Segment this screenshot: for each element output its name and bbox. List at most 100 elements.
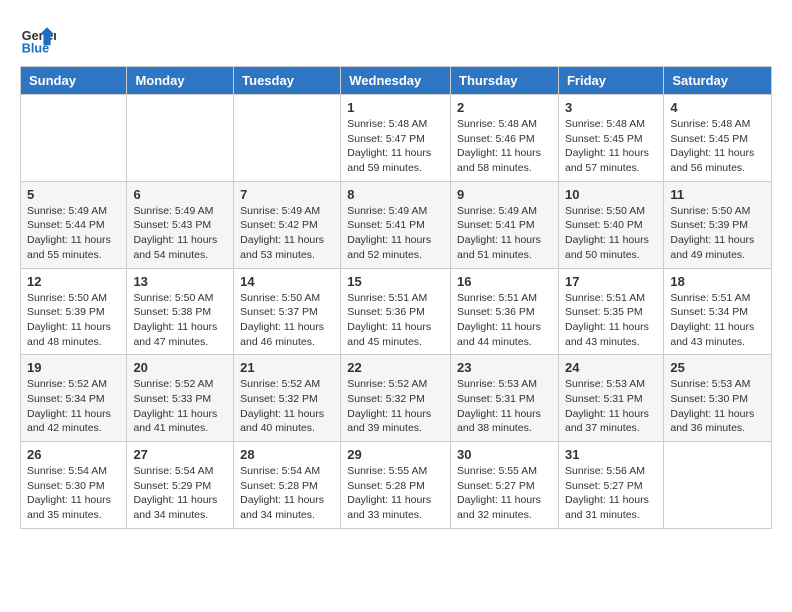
calendar-week-row: 5Sunrise: 5:49 AM Sunset: 5:44 PM Daylig… xyxy=(21,181,772,268)
calendar-week-row: 12 Sunrise: 5:50 AM Sunset: 5:39 PM Dayli… xyxy=(21,268,772,355)
calendar-cell xyxy=(127,95,234,182)
calendar-header-row: SundayMondayTuesdayWednesdayThursdayFrid… xyxy=(21,67,772,95)
weekday-header-saturday: Saturday xyxy=(664,67,772,95)
calendar-cell: 22Sunrise: 5:52 AM Sunset: 5:32 PM Dayli… xyxy=(341,355,451,442)
logo-icon: General Blue xyxy=(20,20,56,56)
weekday-header-friday: Friday xyxy=(558,67,663,95)
day-info: Sunrise: 5:53 AM Sunset: 5:31 PM Dayligh… xyxy=(565,377,657,436)
day-number: 2 xyxy=(457,100,552,115)
calendar-cell: 20 Sunrise: 5:52 AM Sunset: 5:33 PM Dayli… xyxy=(127,355,234,442)
day-number: 29 xyxy=(347,447,444,462)
day-number: 28 xyxy=(240,447,334,462)
calendar-cell: 12 Sunrise: 5:50 AM Sunset: 5:39 PM Dayli… xyxy=(21,268,127,355)
calendar-cell: 7 Sunrise: 5:49 AM Sunset: 5:42 PM Daylig… xyxy=(234,181,341,268)
calendar-cell: 25Sunrise: 5:53 AM Sunset: 5:30 PM Dayli… xyxy=(664,355,772,442)
day-info: Sunrise: 5:50 AM Sunset: 5:39 PM Dayligh… xyxy=(27,291,120,350)
day-info: Sunrise: 5:54 AM Sunset: 5:30 PM Dayligh… xyxy=(27,464,120,523)
day-info: Sunrise: 5:52 AM Sunset: 5:33 PM Dayligh… xyxy=(133,377,227,436)
weekday-header-monday: Monday xyxy=(127,67,234,95)
day-info: Sunrise: 5:49 AM Sunset: 5:42 PM Dayligh… xyxy=(240,204,334,263)
day-info: Sunrise: 5:50 AM Sunset: 5:38 PM Dayligh… xyxy=(133,291,227,350)
calendar-cell: 30 Sunrise: 5:55 AM Sunset: 5:27 PM Dayli… xyxy=(451,442,559,529)
day-number: 30 xyxy=(457,447,552,462)
day-info: Sunrise: 5:49 AM Sunset: 5:43 PM Dayligh… xyxy=(133,204,227,263)
day-number: 20 xyxy=(133,360,227,375)
calendar-cell xyxy=(664,442,772,529)
calendar-cell: 31 Sunrise: 5:56 AM Sunset: 5:27 PM Dayli… xyxy=(558,442,663,529)
day-info: Sunrise: 5:53 AM Sunset: 5:30 PM Dayligh… xyxy=(670,377,765,436)
calendar-week-row: 19 Sunrise: 5:52 AM Sunset: 5:34 PM Dayli… xyxy=(21,355,772,442)
logo: General Blue xyxy=(20,20,60,56)
calendar-cell: 2Sunrise: 5:48 AM Sunset: 5:46 PM Daylig… xyxy=(451,95,559,182)
calendar-cell: 26 Sunrise: 5:54 AM Sunset: 5:30 PM Dayli… xyxy=(21,442,127,529)
calendar-cell: 28Sunrise: 5:54 AM Sunset: 5:28 PM Dayli… xyxy=(234,442,341,529)
day-number: 15 xyxy=(347,274,444,289)
day-number: 22 xyxy=(347,360,444,375)
calendar-cell: 4 Sunrise: 5:48 AM Sunset: 5:45 PM Daylig… xyxy=(664,95,772,182)
calendar-table: SundayMondayTuesdayWednesdayThursdayFrid… xyxy=(20,66,772,529)
day-info: Sunrise: 5:49 AM Sunset: 5:44 PM Dayligh… xyxy=(27,204,120,263)
calendar-cell: 10 Sunrise: 5:50 AM Sunset: 5:40 PM Dayli… xyxy=(558,181,663,268)
calendar-week-row: 1Sunrise: 5:48 AM Sunset: 5:47 PM Daylig… xyxy=(21,95,772,182)
day-number: 27 xyxy=(133,447,227,462)
day-info: Sunrise: 5:55 AM Sunset: 5:27 PM Dayligh… xyxy=(457,464,552,523)
calendar-cell: 14Sunrise: 5:50 AM Sunset: 5:37 PM Dayli… xyxy=(234,268,341,355)
day-number: 3 xyxy=(565,100,657,115)
calendar-cell: 9 Sunrise: 5:49 AM Sunset: 5:41 PM Daylig… xyxy=(451,181,559,268)
day-info: Sunrise: 5:52 AM Sunset: 5:34 PM Dayligh… xyxy=(27,377,120,436)
calendar-cell: 18 Sunrise: 5:51 AM Sunset: 5:34 PM Dayli… xyxy=(664,268,772,355)
day-number: 10 xyxy=(565,187,657,202)
day-number: 18 xyxy=(670,274,765,289)
day-number: 16 xyxy=(457,274,552,289)
day-number: 31 xyxy=(565,447,657,462)
calendar-cell: 17Sunrise: 5:51 AM Sunset: 5:35 PM Dayli… xyxy=(558,268,663,355)
calendar-cell: 15 Sunrise: 5:51 AM Sunset: 5:36 PM Dayli… xyxy=(341,268,451,355)
day-info: Sunrise: 5:55 AM Sunset: 5:28 PM Dayligh… xyxy=(347,464,444,523)
day-number: 23 xyxy=(457,360,552,375)
day-info: Sunrise: 5:48 AM Sunset: 5:47 PM Dayligh… xyxy=(347,117,444,176)
day-info: Sunrise: 5:49 AM Sunset: 5:41 PM Dayligh… xyxy=(457,204,552,263)
calendar-cell: 21 Sunrise: 5:52 AM Sunset: 5:32 PM Dayli… xyxy=(234,355,341,442)
day-number: 6 xyxy=(133,187,227,202)
day-number: 13 xyxy=(133,274,227,289)
day-info: Sunrise: 5:51 AM Sunset: 5:36 PM Dayligh… xyxy=(457,291,552,350)
day-info: Sunrise: 5:48 AM Sunset: 5:45 PM Dayligh… xyxy=(565,117,657,176)
day-number: 19 xyxy=(27,360,120,375)
calendar-cell: 27Sunrise: 5:54 AM Sunset: 5:29 PM Dayli… xyxy=(127,442,234,529)
calendar-cell xyxy=(21,95,127,182)
calendar-cell: 29 Sunrise: 5:55 AM Sunset: 5:28 PM Dayli… xyxy=(341,442,451,529)
day-info: Sunrise: 5:49 AM Sunset: 5:41 PM Dayligh… xyxy=(347,204,444,263)
day-number: 17 xyxy=(565,274,657,289)
day-number: 7 xyxy=(240,187,334,202)
calendar-cell: 3 Sunrise: 5:48 AM Sunset: 5:45 PM Daylig… xyxy=(558,95,663,182)
calendar-cell: 6 Sunrise: 5:49 AM Sunset: 5:43 PM Daylig… xyxy=(127,181,234,268)
day-info: Sunrise: 5:51 AM Sunset: 5:36 PM Dayligh… xyxy=(347,291,444,350)
calendar-cell: 5Sunrise: 5:49 AM Sunset: 5:44 PM Daylig… xyxy=(21,181,127,268)
day-info: Sunrise: 5:50 AM Sunset: 5:37 PM Dayligh… xyxy=(240,291,334,350)
calendar-week-row: 26 Sunrise: 5:54 AM Sunset: 5:30 PM Dayli… xyxy=(21,442,772,529)
day-info: Sunrise: 5:53 AM Sunset: 5:31 PM Dayligh… xyxy=(457,377,552,436)
day-info: Sunrise: 5:56 AM Sunset: 5:27 PM Dayligh… xyxy=(565,464,657,523)
day-info: Sunrise: 5:50 AM Sunset: 5:40 PM Dayligh… xyxy=(565,204,657,263)
weekday-header-thursday: Thursday xyxy=(451,67,559,95)
day-number: 4 xyxy=(670,100,765,115)
calendar-cell: 19 Sunrise: 5:52 AM Sunset: 5:34 PM Dayli… xyxy=(21,355,127,442)
calendar-cell: 11Sunrise: 5:50 AM Sunset: 5:39 PM Dayli… xyxy=(664,181,772,268)
day-info: Sunrise: 5:48 AM Sunset: 5:45 PM Dayligh… xyxy=(670,117,765,176)
calendar-cell xyxy=(234,95,341,182)
day-info: Sunrise: 5:52 AM Sunset: 5:32 PM Dayligh… xyxy=(240,377,334,436)
day-number: 9 xyxy=(457,187,552,202)
page-header: General Blue xyxy=(20,20,772,56)
day-info: Sunrise: 5:51 AM Sunset: 5:34 PM Dayligh… xyxy=(670,291,765,350)
day-info: Sunrise: 5:50 AM Sunset: 5:39 PM Dayligh… xyxy=(670,204,765,263)
calendar-cell: 8 Sunrise: 5:49 AM Sunset: 5:41 PM Daylig… xyxy=(341,181,451,268)
calendar-cell: 24 Sunrise: 5:53 AM Sunset: 5:31 PM Dayli… xyxy=(558,355,663,442)
calendar-cell: 13 Sunrise: 5:50 AM Sunset: 5:38 PM Dayli… xyxy=(127,268,234,355)
weekday-header-tuesday: Tuesday xyxy=(234,67,341,95)
day-number: 26 xyxy=(27,447,120,462)
day-number: 12 xyxy=(27,274,120,289)
calendar-cell: 16 Sunrise: 5:51 AM Sunset: 5:36 PM Dayli… xyxy=(451,268,559,355)
day-number: 8 xyxy=(347,187,444,202)
day-number: 21 xyxy=(240,360,334,375)
day-number: 24 xyxy=(565,360,657,375)
